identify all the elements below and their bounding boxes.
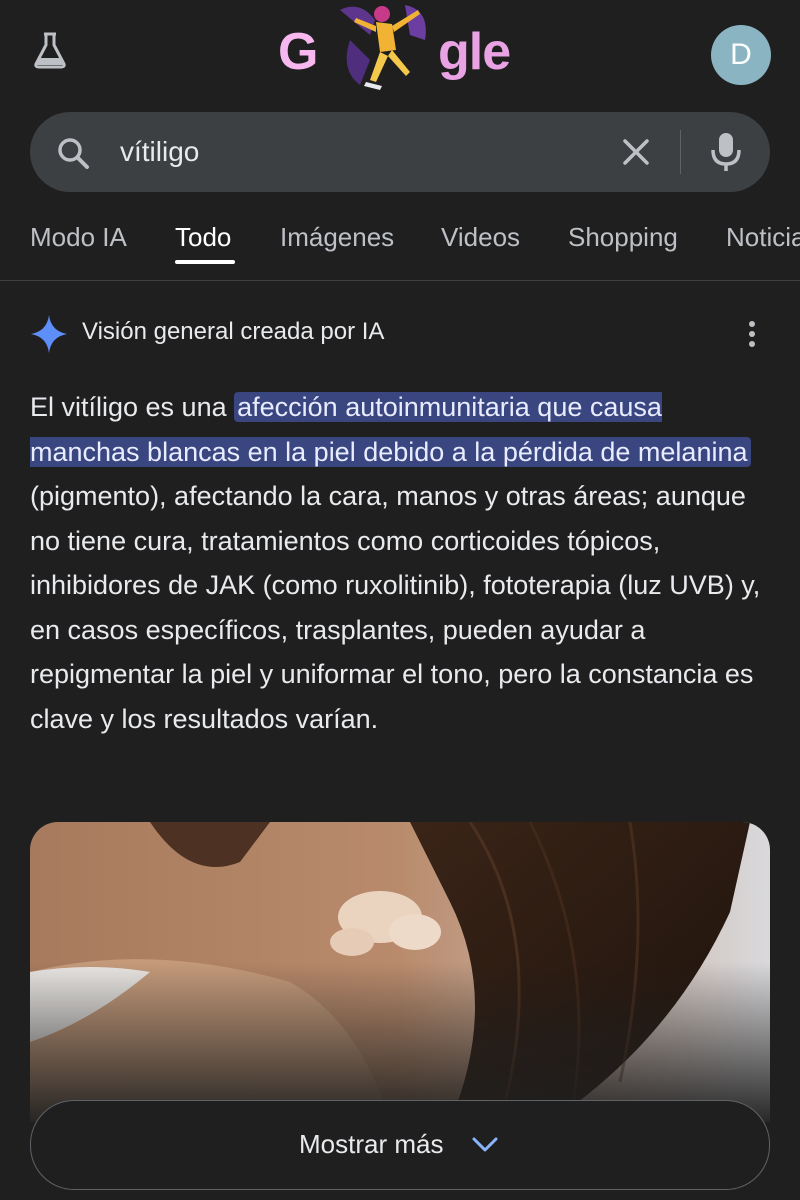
flask-icon[interactable] — [30, 30, 70, 70]
doodle-skater-figure — [340, 5, 426, 90]
ai-text-intro: El vitíligo es una — [30, 392, 227, 422]
ai-text-rest: (pigmento), afectando la cara, manos y o… — [30, 481, 761, 734]
active-tab-indicator — [175, 260, 235, 264]
logo-letter-g: G — [278, 23, 318, 81]
google-doodle-logo[interactable]: G gle — [270, 0, 530, 100]
close-icon[interactable] — [618, 134, 654, 170]
ai-overview-title: Visión general creada por IA — [82, 318, 385, 345]
show-more-button[interactable]: Mostrar más — [30, 1100, 770, 1190]
tab-videos[interactable]: Videos — [441, 222, 520, 253]
search-divider — [680, 130, 681, 174]
account-avatar[interactable]: D — [711, 25, 771, 85]
search-input[interactable]: vítiligo — [120, 134, 199, 170]
tab-todo[interactable]: Todo — [175, 222, 231, 253]
logo-letters-gle: gle — [438, 23, 511, 81]
tab-imagenes[interactable]: Imágenes — [280, 222, 394, 253]
ai-overview-image[interactable] — [30, 822, 770, 1122]
mic-icon[interactable] — [708, 130, 744, 174]
image-fade-overlay — [30, 962, 770, 1122]
show-more-label: Mostrar más — [299, 1129, 444, 1159]
search-tabs: Modo IA Todo Imágenes Videos Shopping No… — [0, 210, 800, 281]
tab-modo-ia[interactable]: Modo IA — [30, 222, 127, 253]
header: G gle D — [0, 0, 800, 110]
ai-overview-text: El vitíligo es una afección autoinmunita… — [30, 385, 770, 741]
more-options-icon[interactable] — [742, 318, 762, 350]
search-icon — [54, 134, 94, 174]
sparkle-icon — [30, 314, 68, 354]
avatar-initial: D — [730, 38, 752, 71]
tab-noticias[interactable]: Noticias — [726, 222, 800, 253]
tab-shopping[interactable]: Shopping — [568, 222, 678, 253]
ai-overview-header: Visión general creada por IA — [30, 312, 770, 356]
search-bar[interactable]: vítiligo — [30, 112, 770, 192]
chevron-down-icon — [471, 1133, 499, 1157]
